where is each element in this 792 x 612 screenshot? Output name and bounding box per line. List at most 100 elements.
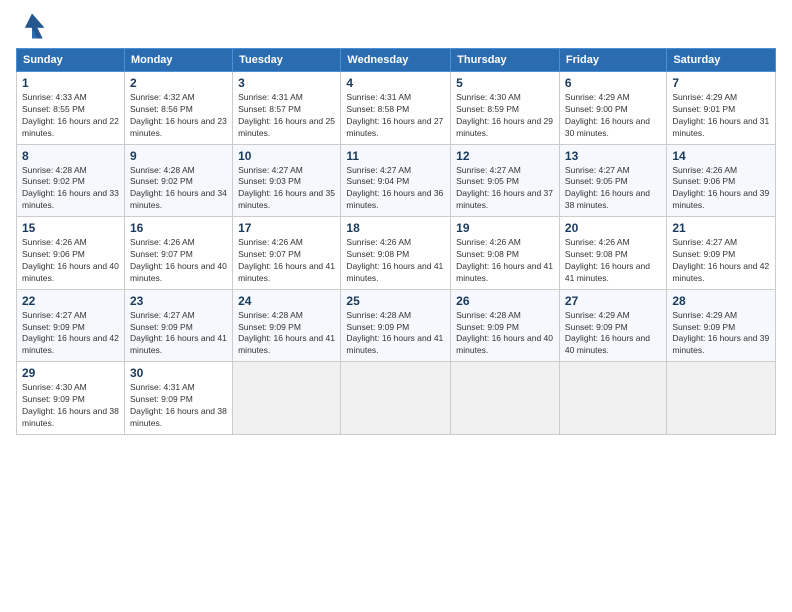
day-number: 23 — [130, 294, 227, 308]
calendar-cell: 26Sunrise: 4:28 AMSunset: 9:09 PMDayligh… — [451, 289, 560, 362]
day-info: Sunrise: 4:26 AMSunset: 9:08 PMDaylight:… — [456, 237, 554, 285]
day-number: 10 — [238, 149, 335, 163]
day-number: 1 — [22, 76, 119, 90]
day-number: 4 — [346, 76, 445, 90]
day-info: Sunrise: 4:26 AMSunset: 9:08 PMDaylight:… — [565, 237, 661, 285]
day-number: 25 — [346, 294, 445, 308]
calendar-cell: 20 Sunrise: 4:26 AMSunset: 9:08 PMDayligh… — [559, 217, 666, 290]
calendar-cell: 11Sunrise: 4:27 AMSunset: 9:04 PMDayligh… — [341, 144, 451, 217]
calendar-cell — [559, 362, 666, 435]
calendar-cell: 2 Sunrise: 4:32 AMSunset: 8:56 PMDaylight… — [124, 72, 232, 145]
day-number: 9 — [130, 149, 227, 163]
calendar: SundayMondayTuesdayWednesdayThursdayFrid… — [16, 48, 776, 435]
calendar-cell: 16 Sunrise: 4:26 AMSunset: 9:07 PMDayligh… — [124, 217, 232, 290]
day-info: Sunrise: 4:26 AMSunset: 9:08 PMDaylight:… — [346, 237, 445, 285]
day-info: Sunrise: 4:29 AMSunset: 9:00 PMDaylight:… — [565, 92, 661, 140]
day-number: 28 — [672, 294, 770, 308]
calendar-row: 22 Sunrise: 4:27 AMSunset: 9:09 PMDayligh… — [17, 289, 776, 362]
logo — [16, 10, 52, 42]
day-number: 13 — [565, 149, 661, 163]
calendar-cell: 15Sunrise: 4:26 AMSunset: 9:06 PMDayligh… — [17, 217, 125, 290]
day-info: Sunrise: 4:28 AMSunset: 9:09 PMDaylight:… — [238, 310, 335, 358]
calendar-cell: 17 Sunrise: 4:26 AMSunset: 9:07 PMDayligh… — [233, 217, 341, 290]
calendar-cell: 21 Sunrise: 4:27 AMSunset: 9:09 PMDayligh… — [667, 217, 776, 290]
day-of-week-header: Friday — [559, 49, 666, 72]
calendar-cell: 24 Sunrise: 4:28 AMSunset: 9:09 PMDayligh… — [233, 289, 341, 362]
day-info: Sunrise: 4:27 AMSunset: 9:04 PMDaylight:… — [346, 165, 445, 213]
calendar-cell: 7Sunrise: 4:29 AMSunset: 9:01 PMDaylight… — [667, 72, 776, 145]
header — [16, 10, 776, 42]
calendar-cell: 4 Sunrise: 4:31 AMSunset: 8:58 PMDaylight… — [341, 72, 451, 145]
calendar-cell: 18Sunrise: 4:26 AMSunset: 9:08 PMDayligh… — [341, 217, 451, 290]
calendar-cell: 13 Sunrise: 4:27 AMSunset: 9:05 PMDayligh… — [559, 144, 666, 217]
day-info: Sunrise: 4:27 AMSunset: 9:09 PMDaylight:… — [22, 310, 119, 358]
day-info: Sunrise: 4:26 AMSunset: 9:07 PMDaylight:… — [130, 237, 227, 285]
calendar-cell: 27Sunrise: 4:29 AMSunset: 9:09 PMDayligh… — [559, 289, 666, 362]
day-info: Sunrise: 4:27 AMSunset: 9:05 PMDaylight:… — [565, 165, 661, 213]
calendar-cell: 6 Sunrise: 4:29 AMSunset: 9:00 PMDaylight… — [559, 72, 666, 145]
day-of-week-header: Thursday — [451, 49, 560, 72]
day-of-week-header: Sunday — [17, 49, 125, 72]
day-number: 27 — [565, 294, 661, 308]
day-info: Sunrise: 4:29 AMSunset: 9:09 PMDaylight:… — [672, 310, 770, 358]
day-of-week-header: Monday — [124, 49, 232, 72]
calendar-row: 8 Sunrise: 4:28 AMSunset: 9:02 PMDaylight… — [17, 144, 776, 217]
calendar-cell: 29 Sunrise: 4:30 AMSunset: 9:09 PMDayligh… — [17, 362, 125, 435]
day-info: Sunrise: 4:31 AMSunset: 9:09 PMDaylight:… — [130, 382, 227, 430]
day-info: Sunrise: 4:31 AMSunset: 8:58 PMDaylight:… — [346, 92, 445, 140]
calendar-cell — [667, 362, 776, 435]
calendar-row: 1Sunrise: 4:33 AMSunset: 8:55 PMDaylight… — [17, 72, 776, 145]
day-number: 12 — [456, 149, 554, 163]
day-info: Sunrise: 4:27 AMSunset: 9:05 PMDaylight:… — [456, 165, 554, 213]
day-number: 17 — [238, 221, 335, 235]
day-number: 2 — [130, 76, 227, 90]
days-of-week-row: SundayMondayTuesdayWednesdayThursdayFrid… — [17, 49, 776, 72]
calendar-cell: 9 Sunrise: 4:28 AMSunset: 9:02 PMDaylight… — [124, 144, 232, 217]
calendar-cell: 3 Sunrise: 4:31 AMSunset: 8:57 PMDaylight… — [233, 72, 341, 145]
day-number: 22 — [22, 294, 119, 308]
calendar-cell: 30 Sunrise: 4:31 AMSunset: 9:09 PMDayligh… — [124, 362, 232, 435]
calendar-cell — [233, 362, 341, 435]
calendar-cell: 28 Sunrise: 4:29 AMSunset: 9:09 PMDayligh… — [667, 289, 776, 362]
day-number: 5 — [456, 76, 554, 90]
calendar-cell: 23 Sunrise: 4:27 AMSunset: 9:09 PMDayligh… — [124, 289, 232, 362]
calendar-cell: 5 Sunrise: 4:30 AMSunset: 8:59 PMDaylight… — [451, 72, 560, 145]
day-number: 29 — [22, 366, 119, 380]
day-info: Sunrise: 4:26 AMSunset: 9:07 PMDaylight:… — [238, 237, 335, 285]
day-number: 6 — [565, 76, 661, 90]
day-info: Sunrise: 4:27 AMSunset: 9:03 PMDaylight:… — [238, 165, 335, 213]
day-info: Sunrise: 4:27 AMSunset: 9:09 PMDaylight:… — [130, 310, 227, 358]
logo-icon — [16, 10, 48, 42]
day-number: 21 — [672, 221, 770, 235]
day-info: Sunrise: 4:26 AMSunset: 9:06 PMDaylight:… — [22, 237, 119, 285]
calendar-cell — [451, 362, 560, 435]
day-info: Sunrise: 4:27 AMSunset: 9:09 PMDaylight:… — [672, 237, 770, 285]
day-number: 16 — [130, 221, 227, 235]
calendar-cell — [341, 362, 451, 435]
day-number: 19 — [456, 221, 554, 235]
day-info: Sunrise: 4:30 AMSunset: 9:09 PMDaylight:… — [22, 382, 119, 430]
calendar-cell: 14Sunrise: 4:26 AMSunset: 9:06 PMDayligh… — [667, 144, 776, 217]
day-number: 30 — [130, 366, 227, 380]
calendar-cell: 10 Sunrise: 4:27 AMSunset: 9:03 PMDayligh… — [233, 144, 341, 217]
day-info: Sunrise: 4:31 AMSunset: 8:57 PMDaylight:… — [238, 92, 335, 140]
day-info: Sunrise: 4:28 AMSunset: 9:02 PMDaylight:… — [22, 165, 119, 213]
day-of-week-header: Tuesday — [233, 49, 341, 72]
calendar-cell: 12 Sunrise: 4:27 AMSunset: 9:05 PMDayligh… — [451, 144, 560, 217]
day-info: Sunrise: 4:28 AMSunset: 9:02 PMDaylight:… — [130, 165, 227, 213]
calendar-cell: 19 Sunrise: 4:26 AMSunset: 9:08 PMDayligh… — [451, 217, 560, 290]
day-number: 3 — [238, 76, 335, 90]
page: SundayMondayTuesdayWednesdayThursdayFrid… — [0, 0, 792, 612]
day-of-week-header: Wednesday — [341, 49, 451, 72]
day-number: 20 — [565, 221, 661, 235]
calendar-cell: 8 Sunrise: 4:28 AMSunset: 9:02 PMDaylight… — [17, 144, 125, 217]
day-info: Sunrise: 4:32 AMSunset: 8:56 PMDaylight:… — [130, 92, 227, 140]
calendar-row: 29 Sunrise: 4:30 AMSunset: 9:09 PMDayligh… — [17, 362, 776, 435]
day-info: Sunrise: 4:28 AMSunset: 9:09 PMDaylight:… — [346, 310, 445, 358]
calendar-cell: 25 Sunrise: 4:28 AMSunset: 9:09 PMDayligh… — [341, 289, 451, 362]
day-number: 8 — [22, 149, 119, 163]
calendar-body: 1Sunrise: 4:33 AMSunset: 8:55 PMDaylight… — [17, 72, 776, 435]
day-number: 7 — [672, 76, 770, 90]
day-info: Sunrise: 4:30 AMSunset: 8:59 PMDaylight:… — [456, 92, 554, 140]
day-number: 24 — [238, 294, 335, 308]
